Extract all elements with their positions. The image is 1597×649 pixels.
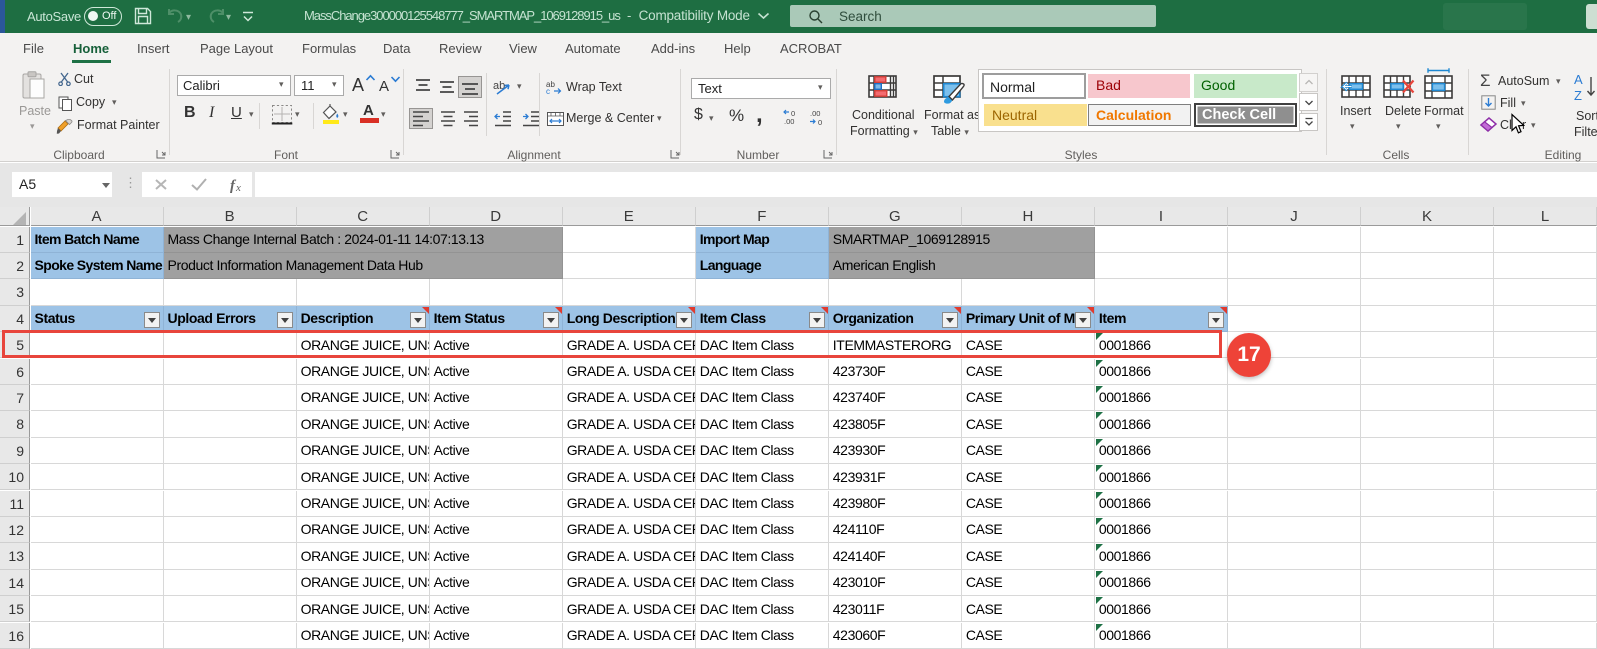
svg-text:.00: .00 (810, 109, 820, 118)
svg-text:ab: ab (493, 80, 505, 92)
svg-text:Z: Z (1574, 88, 1582, 101)
svg-text:c: c (546, 87, 550, 95)
svg-text:x: x (235, 182, 241, 194)
svg-text:.00: .00 (784, 117, 794, 126)
svg-text:A: A (1574, 72, 1583, 87)
svg-text:0: 0 (818, 118, 822, 126)
